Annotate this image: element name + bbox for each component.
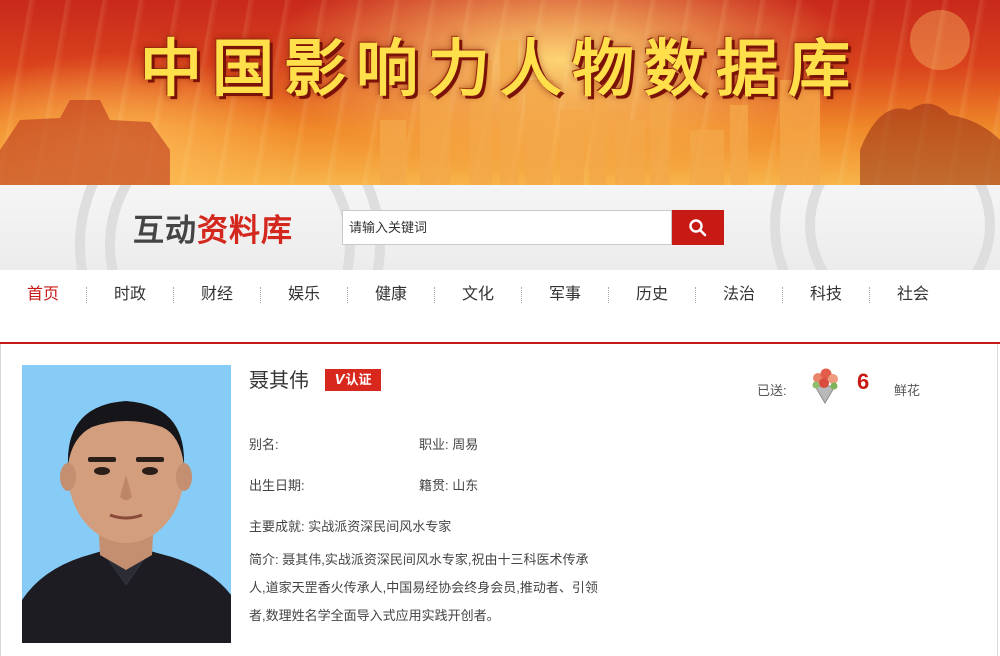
occupation-field: 职业: 周易 [419, 437, 479, 452]
native-place-field: 籍贯: 山东 [419, 478, 479, 493]
header-banner: 中国影响力人物数据库 [0, 0, 1000, 185]
nav-item-technology[interactable]: 科技 [783, 270, 869, 320]
search-button[interactable] [672, 210, 724, 245]
alias-field: 别名: [249, 437, 279, 452]
nav-item-military[interactable]: 军事 [522, 270, 608, 320]
search-band: 互动资料库 [0, 185, 1000, 270]
flower-count: 6 [857, 369, 870, 394]
flower-unit: 鲜花 [894, 383, 921, 398]
nav-item-health[interactable]: 健康 [348, 270, 434, 320]
nav-item-culture[interactable]: 文化 [435, 270, 521, 320]
portrait-image [22, 365, 231, 643]
search-icon [689, 218, 707, 236]
nav-item-entertainment[interactable]: 娱乐 [261, 270, 347, 320]
person-name: 聂其伟 [249, 370, 309, 392]
banner-title: 中国影响力人物数据库 [139, 32, 860, 105]
sent-label: 已送: [757, 383, 787, 398]
nav-item-history[interactable]: 历史 [609, 270, 695, 320]
profile-photo [22, 365, 231, 643]
nav-item-politics[interactable]: 时政 [87, 270, 173, 320]
bio-text: 简介: 聂其伟,实战派资深民间风水专家,祝由十三科医术传承人,道家天罡香火传承人… [249, 552, 598, 623]
bouquet-icon[interactable] [807, 366, 843, 404]
logo-text-red: 资料库 [197, 213, 293, 249]
nav-item-society[interactable]: 社会 [870, 270, 956, 320]
verified-v-icon: V [334, 371, 345, 388]
birth-date-field: 出生日期: [249, 478, 305, 493]
verified-badge: V 认证 [325, 369, 381, 391]
search-input[interactable] [342, 210, 672, 245]
logo-text-dark: 互动 [133, 213, 197, 249]
site-logo[interactable]: 互动资料库 [133, 211, 293, 251]
nav-item-home[interactable]: 首页 [0, 270, 86, 320]
nav-item-law[interactable]: 法治 [696, 270, 782, 320]
nav-item-finance[interactable]: 财经 [174, 270, 260, 320]
main-nav: 首页 时政 财经 娱乐 健康 文化 军事 历史 法治 科技 社会 [0, 270, 1000, 320]
verified-badge-text: 认证 [345, 372, 372, 387]
achievement-field: 主要成就: 实战派资深民间风水专家 [249, 519, 452, 534]
